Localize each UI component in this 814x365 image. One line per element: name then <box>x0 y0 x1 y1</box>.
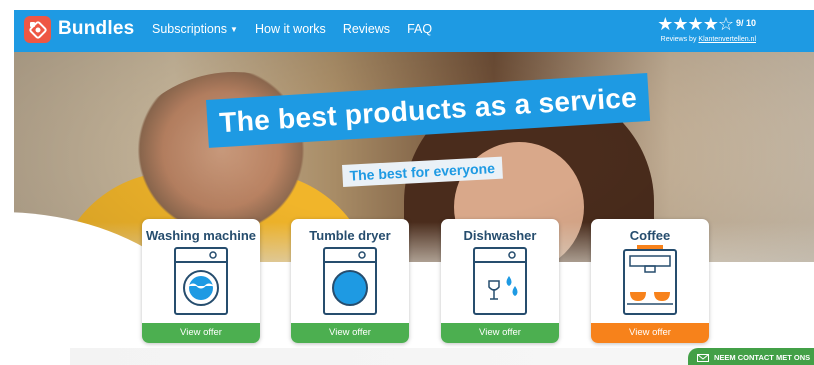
bundles-logo-icon[interactable] <box>24 16 51 43</box>
chevron-down-icon: ▼ <box>230 25 238 34</box>
top-navbar: Bundles Subscriptions ▼ How it works Revi… <box>14 10 814 52</box>
view-offer-button[interactable]: View offer <box>291 323 409 343</box>
star-rating-icon: ★★★★☆ <box>657 14 734 34</box>
rating-widget[interactable]: ★★★★☆ 9/ 10 Reviews by Klantenvertellen.n… <box>657 15 756 43</box>
product-card-dishwasher[interactable]: Dishwasher View offer <box>441 219 559 343</box>
nav-item-subscriptions[interactable]: Subscriptions ▼ <box>152 22 238 36</box>
reviews-source-link[interactable]: Klantenvertellen.nl <box>698 36 756 43</box>
nav-item-reviews[interactable]: Reviews <box>343 22 390 36</box>
coffee-machine-icon <box>623 245 677 315</box>
reviews-prefix: Reviews by <box>660 36 697 43</box>
product-title: Coffee <box>629 228 671 243</box>
view-offer-button[interactable]: View offer <box>142 323 260 343</box>
nav-item-subscriptions-label: Subscriptions <box>152 22 228 36</box>
reviews-credit: Reviews by Klantenvertellen.nl <box>657 36 756 43</box>
rating-score: 9/ 10 <box>736 18 756 28</box>
product-card-tumble-dryer[interactable]: Tumble dryer View offer <box>291 219 409 343</box>
view-offer-button[interactable]: View offer <box>591 323 709 343</box>
contact-tab[interactable]: NEEM CONTACT MET ONS <box>688 348 814 365</box>
product-title: Dishwasher <box>463 228 537 243</box>
mail-icon <box>697 354 709 362</box>
product-title: Washing machine <box>145 228 257 243</box>
score-max: / 10 <box>740 18 756 28</box>
tumble-dryer-icon <box>323 247 377 315</box>
main-menu: Subscriptions ▼ How it works Reviews FAQ <box>152 22 432 36</box>
product-card-coffee[interactable]: Coffee View offer <box>591 219 709 343</box>
contact-label: NEEM CONTACT MET ONS <box>714 353 811 362</box>
view-offer-button[interactable]: View offer <box>441 323 559 343</box>
brand-name[interactable]: Bundles <box>58 18 134 40</box>
dishwasher-icon <box>473 247 527 315</box>
washing-machine-icon <box>174 247 228 315</box>
product-title: Tumble dryer <box>309 228 391 243</box>
nav-item-faq[interactable]: FAQ <box>407 22 432 36</box>
nav-item-how-it-works[interactable]: How it works <box>255 22 326 36</box>
product-card-washing-machine[interactable]: Washing machine View offer <box>142 219 260 343</box>
